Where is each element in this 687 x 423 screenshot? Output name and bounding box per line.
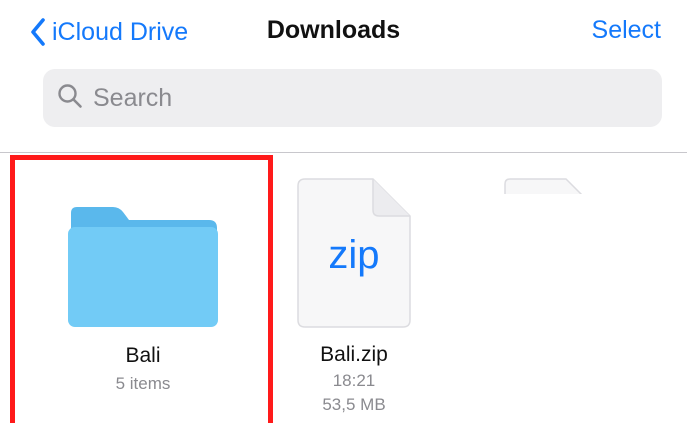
item-time: 18:21: [332, 371, 376, 390]
navigation-bar: iCloud Drive Downloads Select: [0, 0, 687, 62]
search-field[interactable]: [43, 69, 662, 127]
select-button[interactable]: Select: [592, 16, 661, 45]
zip-file-icon: zip: [297, 178, 411, 328]
folder-item-bali[interactable]: Bali 5 items: [40, 195, 246, 395]
file-item-bali-zip[interactable]: zip Bali.zip 18:21 53,5 MB: [270, 178, 438, 416]
chevron-left-icon: [30, 18, 46, 46]
item-count: 5 items: [115, 374, 171, 393]
file-item-partial[interactable]: [504, 178, 594, 194]
divider: [0, 152, 687, 153]
back-button-label: iCloud Drive: [52, 17, 189, 46]
item-name: Bali: [125, 344, 161, 367]
back-button[interactable]: iCloud Drive: [30, 14, 188, 50]
item-size: 53,5 MB: [322, 395, 386, 414]
item-name: Bali.zip: [320, 343, 388, 366]
search-input[interactable]: [91, 82, 615, 114]
zip-label: zip: [328, 233, 379, 277]
search-icon: [57, 83, 83, 114]
folder-icon: [67, 207, 219, 327]
